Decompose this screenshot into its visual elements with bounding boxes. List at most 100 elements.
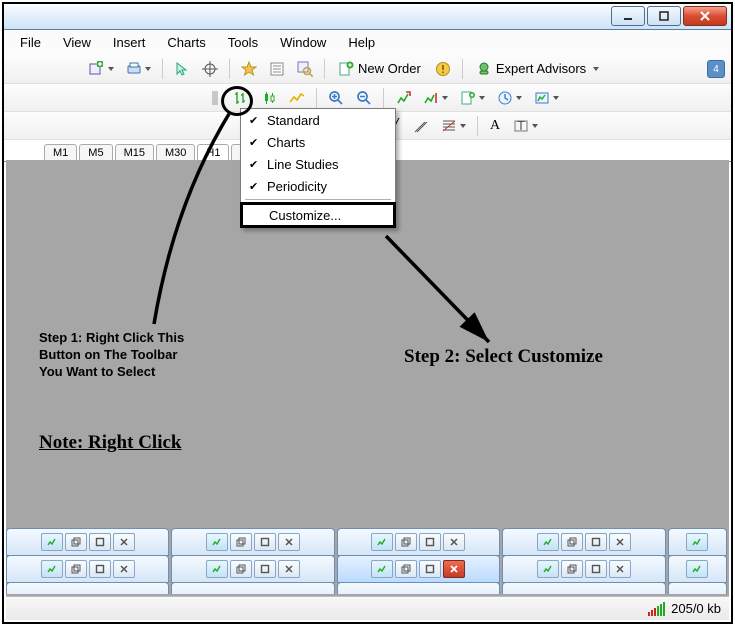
- line-chart-button[interactable]: [284, 87, 310, 109]
- text-button[interactable]: A: [484, 115, 506, 137]
- menu-insert[interactable]: Insert: [103, 32, 156, 53]
- chart-icon: [537, 560, 559, 578]
- mdi-close-button[interactable]: [278, 560, 300, 578]
- annotation-step2: Step 2: Select Customize: [404, 346, 603, 368]
- mdi-restore-button[interactable]: [561, 533, 583, 551]
- chart-icon: [41, 533, 63, 551]
- context-item-periodicity[interactable]: ✔Periodicity: [241, 175, 395, 197]
- mdi-window[interactable]: [337, 582, 500, 594]
- toolbar-context-menu: ✔Standard ✔Charts ✔Line Studies ✔Periodi…: [240, 108, 396, 228]
- mdi-window[interactable]: [337, 528, 500, 556]
- search-button[interactable]: [292, 58, 318, 80]
- zoom-in-icon: [328, 90, 344, 106]
- new-chart-button[interactable]: [84, 58, 119, 80]
- context-item-charts[interactable]: ✔Charts: [241, 131, 395, 153]
- profiles-button[interactable]: [121, 58, 156, 80]
- mdi-window-active[interactable]: [337, 555, 500, 583]
- mdi-close-button[interactable]: [609, 533, 631, 551]
- timeframe-m30[interactable]: M30: [156, 144, 195, 161]
- mdi-maximize-button[interactable]: [419, 560, 441, 578]
- mdi-close-button[interactable]: [443, 560, 465, 578]
- context-item-customize[interactable]: Customize...: [240, 202, 396, 228]
- new-order-button[interactable]: New Order: [331, 58, 428, 80]
- mdi-maximize-button[interactable]: [419, 533, 441, 551]
- mdi-restore-button[interactable]: [65, 533, 87, 551]
- menu-view[interactable]: View: [53, 32, 101, 53]
- zoom-in-button[interactable]: [323, 87, 349, 109]
- annotation-note: Note: Right Click: [39, 432, 181, 454]
- mdi-restore-button[interactable]: [230, 560, 252, 578]
- timeframe-m1[interactable]: M1: [44, 144, 77, 161]
- mdi-window[interactable]: [6, 582, 169, 594]
- equidistant-button[interactable]: [408, 115, 434, 137]
- window-minimize-button[interactable]: [611, 6, 645, 26]
- autoscroll-button[interactable]: [390, 87, 416, 109]
- mdi-close-button[interactable]: [113, 533, 135, 551]
- mdi-maximize-button[interactable]: [89, 560, 111, 578]
- mdi-window[interactable]: [502, 582, 665, 594]
- mdi-close-button[interactable]: [609, 560, 631, 578]
- expert-advisors-label: Expert Advisors: [496, 61, 586, 76]
- mdi-close-button[interactable]: [113, 560, 135, 578]
- mdi-restore-button[interactable]: [395, 560, 417, 578]
- expert-icon: [476, 61, 492, 77]
- mdi-close-button[interactable]: [278, 533, 300, 551]
- cursor-button[interactable]: [169, 58, 195, 80]
- favorite-button[interactable]: [236, 58, 262, 80]
- menu-tools[interactable]: Tools: [218, 32, 268, 53]
- equidistant-icon: [413, 118, 429, 134]
- chart-shift-button[interactable]: [418, 87, 453, 109]
- periods-button[interactable]: [492, 87, 527, 109]
- annotation-step1-line2: Button on The Toolbar: [39, 347, 184, 364]
- zoom-out-button[interactable]: [351, 87, 377, 109]
- mdi-window[interactable]: [171, 555, 334, 583]
- mdi-maximize-button[interactable]: [254, 560, 276, 578]
- mdi-window[interactable]: [502, 528, 665, 556]
- mdi-window[interactable]: [171, 582, 334, 594]
- mdi-restore-button[interactable]: [65, 560, 87, 578]
- indicators-icon: [460, 90, 476, 106]
- context-item-label: Charts: [267, 135, 305, 150]
- templates-button[interactable]: [529, 87, 564, 109]
- window-close-button[interactable]: [683, 6, 727, 26]
- mdi-window[interactable]: [6, 528, 169, 556]
- window-maximize-button[interactable]: [647, 6, 681, 26]
- mdi-maximize-button[interactable]: [254, 533, 276, 551]
- mdi-restore-button[interactable]: [395, 533, 417, 551]
- mdi-maximize-button[interactable]: [585, 533, 607, 551]
- new-order-icon: [338, 61, 354, 77]
- timeframe-m15[interactable]: M15: [115, 144, 154, 161]
- context-item-line-studies[interactable]: ✔Line Studies: [241, 153, 395, 175]
- mdi-window[interactable]: [171, 528, 334, 556]
- context-item-standard[interactable]: ✔Standard: [241, 109, 395, 131]
- notifications-badge[interactable]: 4: [707, 60, 725, 78]
- zoom-out-icon: [356, 90, 372, 106]
- candlestick-button[interactable]: [256, 87, 282, 109]
- timeframe-m5[interactable]: M5: [79, 144, 112, 161]
- menu-window[interactable]: Window: [270, 32, 336, 53]
- data-window-button[interactable]: [264, 58, 290, 80]
- mdi-close-button[interactable]: [443, 533, 465, 551]
- indicators-button[interactable]: [455, 87, 490, 109]
- mdi-window[interactable]: [502, 555, 665, 583]
- mdi-restore-button[interactable]: [230, 533, 252, 551]
- crosshair-button[interactable]: [197, 58, 223, 80]
- mdi-window[interactable]: [6, 555, 169, 583]
- mdi-window[interactable]: [668, 555, 727, 583]
- warning-button[interactable]: [430, 58, 456, 80]
- text-label-button[interactable]: T: [508, 115, 543, 137]
- chart-icon: [206, 533, 228, 551]
- expert-advisors-button[interactable]: Expert Advisors: [469, 58, 606, 80]
- fibonacci-icon: [441, 118, 457, 134]
- menu-help[interactable]: Help: [338, 32, 385, 53]
- new-order-label: New Order: [358, 61, 421, 76]
- timeframe-h1[interactable]: H1: [197, 144, 229, 161]
- mdi-maximize-button[interactable]: [89, 533, 111, 551]
- mdi-restore-button[interactable]: [561, 560, 583, 578]
- mdi-window[interactable]: [668, 582, 727, 594]
- menu-file[interactable]: File: [10, 32, 51, 53]
- menu-charts[interactable]: Charts: [157, 32, 215, 53]
- mdi-maximize-button[interactable]: [585, 560, 607, 578]
- mdi-window[interactable]: [668, 528, 727, 556]
- fibonacci-button[interactable]: [436, 115, 471, 137]
